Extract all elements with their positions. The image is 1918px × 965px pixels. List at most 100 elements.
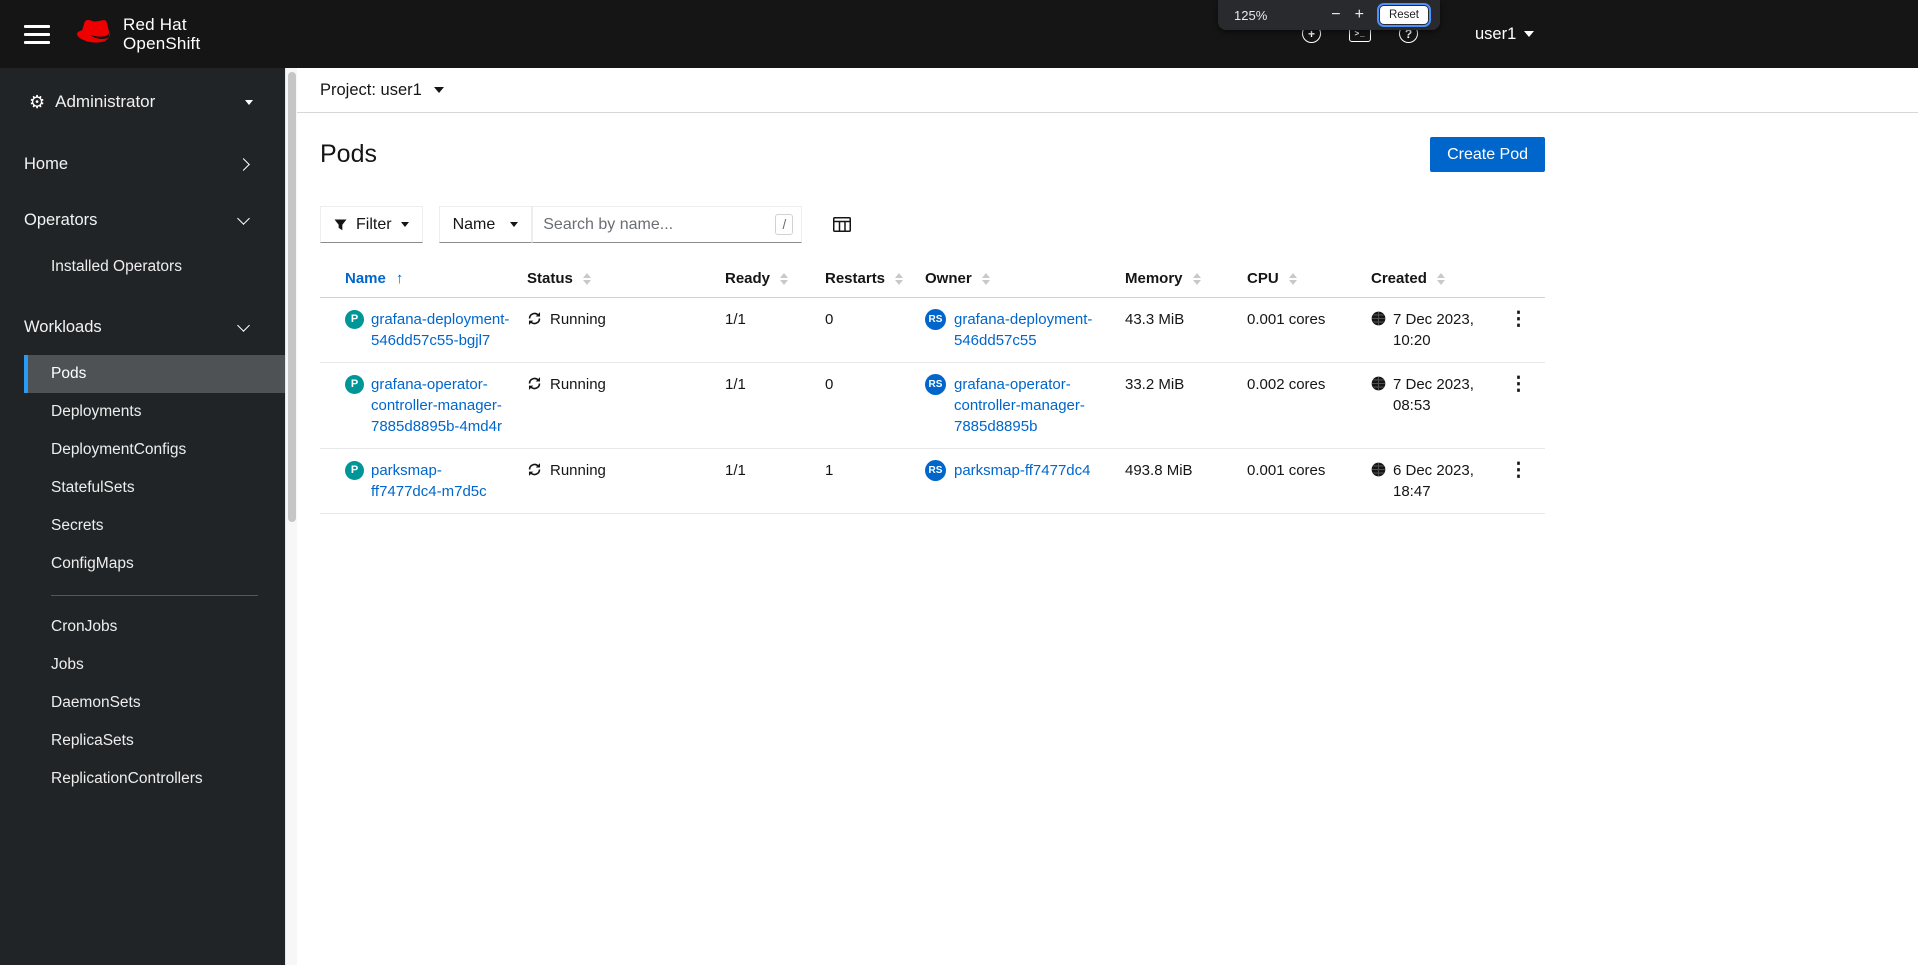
cpu-cell: 0.001 cores	[1247, 462, 1326, 479]
status-cell: Running	[527, 298, 725, 362]
sidebar-item-jobs[interactable]: Jobs	[24, 646, 285, 684]
pod-link[interactable]: grafana-deployment-546dd57c55-bgjl7	[371, 309, 511, 351]
status-text: Running	[550, 462, 606, 479]
sort-icon	[582, 272, 591, 285]
sidebar-item-deployments[interactable]: Deployments	[24, 393, 285, 431]
sidebar-item-operators[interactable]: Operators	[0, 192, 285, 248]
perspective-label: Administrator	[55, 92, 156, 111]
zoom-out-button[interactable]: −	[1324, 7, 1347, 23]
sidebar-item-replicationcontrollers[interactable]: ReplicationControllers	[24, 760, 285, 798]
memory-cell: 43.3 MiB	[1125, 311, 1185, 328]
status-text: Running	[550, 376, 606, 393]
column-header-status[interactable]: Status	[527, 270, 725, 287]
column-header-cpu[interactable]: CPU	[1247, 270, 1371, 287]
pod-link[interactable]: parksmap-ff7477dc4-m7d5c	[371, 460, 511, 502]
sidebar-item-daemonsets[interactable]: DaemonSets	[24, 684, 285, 722]
sidebar-item-installed-operators[interactable]: Installed Operators	[24, 248, 285, 286]
replicaset-badge-icon: RS	[925, 374, 946, 395]
sidebar-item-secrets[interactable]: Secrets	[24, 507, 285, 545]
column-header-ready[interactable]: Ready	[725, 270, 825, 287]
sidebar-scrollbar	[285, 68, 297, 965]
kebab-menu-icon[interactable]: ⋮	[1501, 298, 1545, 362]
scrollbar-thumb[interactable]	[288, 72, 296, 522]
kebab-menu-icon[interactable]: ⋮	[1501, 449, 1545, 513]
pods-table: Name ↑ Status Ready Restarts Owner Memor…	[320, 264, 1545, 514]
sidebar-item-home[interactable]: Home	[0, 136, 285, 192]
sidebar-item-cronjobs[interactable]: CronJobs	[24, 608, 285, 646]
nav-divider	[51, 595, 258, 596]
zoom-reset-button[interactable]: Reset	[1376, 3, 1432, 27]
owner-cell: RS grafana-deployment-546dd57c55	[925, 298, 1125, 362]
chevron-right-icon	[237, 157, 250, 171]
sort-icon	[1288, 272, 1297, 285]
owner-link[interactable]: grafana-deployment-546dd57c55	[954, 309, 1104, 351]
sync-running-icon	[528, 312, 541, 325]
sidebar-item-statefulsets[interactable]: StatefulSets	[24, 469, 285, 507]
sort-icon	[981, 272, 990, 285]
pod-badge-icon: P	[345, 375, 364, 394]
filter-funnel-icon	[334, 218, 347, 230]
sync-running-icon	[528, 377, 541, 390]
sidebar-nav: ⚙ Administrator Home Operators Installed…	[0, 68, 285, 965]
perspective-switcher[interactable]: ⚙ Administrator	[0, 68, 285, 136]
owner-link[interactable]: grafana-operator-controller-manager-7885…	[954, 374, 1104, 437]
caret-down-icon	[245, 99, 253, 105]
sidebar-item-pods[interactable]: Pods	[24, 355, 285, 393]
brand-line2: OpenShift	[123, 34, 201, 53]
sidebar-item-workloads[interactable]: Workloads	[0, 299, 285, 355]
timestamp-globe-icon	[1371, 311, 1386, 326]
caret-down-icon	[1524, 31, 1535, 37]
zoom-in-button[interactable]: +	[1348, 7, 1371, 23]
cpu-cell: 0.001 cores	[1247, 311, 1326, 328]
owner-link[interactable]: parksmap-ff7477dc4	[954, 460, 1090, 481]
owner-cell: RS parksmap-ff7477dc4	[925, 449, 1125, 513]
project-label: Project: user1	[320, 80, 422, 99]
masthead: Red Hat OpenShift + >_ ? user1	[0, 0, 1918, 68]
caret-down-icon	[433, 87, 444, 93]
table-row: P grafana-deployment-546dd57c55-bgjl7 Ru…	[320, 298, 1545, 363]
sort-icon	[895, 272, 904, 285]
sort-ascending-icon: ↑	[395, 270, 404, 287]
zoom-level: 125%	[1234, 7, 1268, 23]
search-input[interactable]	[532, 206, 803, 243]
brand-logo: Red Hat OpenShift	[76, 15, 200, 53]
sidebar-item-deploymentconfigs[interactable]: DeploymentConfigs	[24, 431, 285, 469]
sidebar-item-replicasets[interactable]: ReplicaSets	[24, 722, 285, 760]
sync-running-icon	[528, 463, 541, 476]
user-menu[interactable]: user1	[1475, 0, 1535, 68]
keyboard-shortcut-hint: /	[775, 214, 794, 235]
created-time: 10:20	[1393, 332, 1431, 349]
sort-icon	[1192, 272, 1201, 285]
brand-line1: Red Hat	[123, 15, 187, 34]
created-time: 18:47	[1393, 483, 1431, 500]
caret-down-icon	[510, 222, 519, 227]
ready-cell: 1/1	[725, 311, 746, 328]
filter-dropdown[interactable]: Filter	[320, 206, 423, 243]
column-header-name[interactable]: Name ↑	[345, 270, 527, 287]
table-row: P grafana-operator-controller-manager-78…	[320, 363, 1545, 449]
pod-link[interactable]: grafana-operator-controller-manager-7885…	[371, 374, 511, 437]
pod-badge-icon: P	[345, 310, 364, 329]
memory-cell: 33.2 MiB	[1125, 376, 1185, 393]
chevron-down-icon	[237, 211, 250, 225]
chevron-down-icon	[237, 318, 250, 332]
kebab-menu-icon[interactable]: ⋮	[1501, 363, 1545, 448]
column-header-restarts[interactable]: Restarts	[825, 270, 925, 287]
created-date: 6 Dec 2023,	[1393, 462, 1474, 479]
column-management-icon[interactable]	[833, 217, 852, 232]
create-pod-button[interactable]: Create Pod	[1430, 137, 1545, 172]
column-header-memory[interactable]: Memory	[1125, 270, 1247, 287]
column-header-owner[interactable]: Owner	[925, 270, 1125, 287]
column-header-created[interactable]: Created	[1371, 270, 1501, 287]
sidebar-item-configmaps[interactable]: ConfigMaps	[24, 545, 285, 583]
project-selector[interactable]: Project: user1	[297, 68, 1918, 113]
memory-cell: 493.8 MiB	[1125, 462, 1193, 479]
table-header-row: Name ↑ Status Ready Restarts Owner Memor…	[320, 264, 1545, 298]
search-attribute-dropdown[interactable]: Name	[438, 206, 533, 243]
timestamp-globe-icon	[1371, 462, 1386, 477]
status-cell: Running	[527, 449, 725, 513]
nav-toggle-icon[interactable]	[24, 24, 50, 44]
ready-cell: 1/1	[725, 462, 746, 479]
created-cell: 6 Dec 2023, 18:47	[1371, 449, 1501, 513]
name-cell: P grafana-deployment-546dd57c55-bgjl7	[345, 298, 527, 362]
